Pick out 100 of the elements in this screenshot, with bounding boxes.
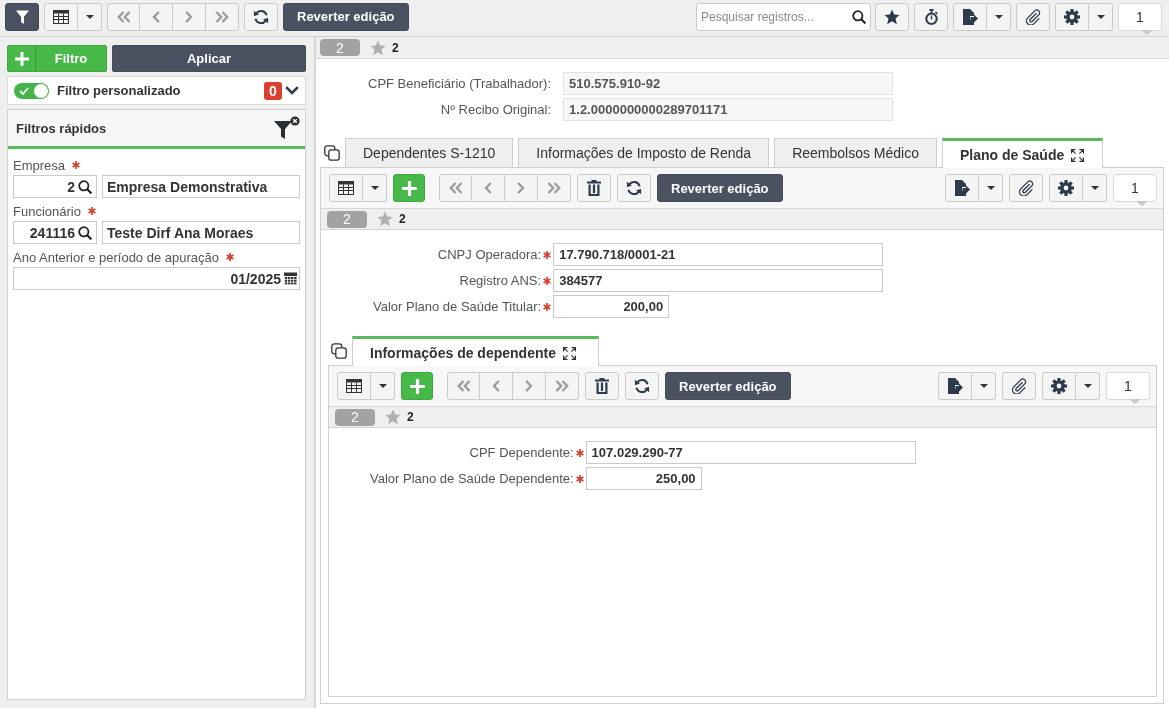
amount-field[interactable]: 200,00 <box>553 295 670 318</box>
field-label: Funcionário <box>13 203 81 219</box>
caret-icon <box>370 186 379 190</box>
field-label: Nº Recibo Original: <box>440 102 552 117</box>
add-record-button[interactable] <box>393 174 425 202</box>
tab[interactable]: Informações de dependente <box>352 336 599 366</box>
attachment-button[interactable] <box>1016 2 1050 31</box>
text-field[interactable]: 1.2.0000000000289701171 <box>563 98 894 121</box>
expand-icon[interactable] <box>1071 148 1085 162</box>
search-icon <box>78 179 92 194</box>
search-field[interactable]: Pesquisar registros... <box>696 2 871 31</box>
favorite-button[interactable] <box>875 2 909 31</box>
grid-view-button[interactable] <box>337 372 371 400</box>
gear-icon <box>1064 8 1080 25</box>
tab[interactable]: Reembolsos Médico <box>774 138 937 167</box>
filter-button[interactable] <box>5 2 39 31</box>
double-chevron-left-icon <box>116 10 131 23</box>
calendar-icon <box>284 272 297 285</box>
caret-icon <box>85 14 94 19</box>
caret-icon <box>1090 186 1099 190</box>
custom-filter-label: Filtro personalizado <box>57 83 181 98</box>
paperclip-icon <box>1011 378 1027 394</box>
paperclip-icon <box>1025 8 1041 25</box>
refresh-button[interactable] <box>617 174 651 202</box>
settings-button[interactable] <box>1049 174 1083 202</box>
attachment-button[interactable] <box>1009 174 1043 202</box>
revert-button[interactable]: Reverter edição <box>657 174 783 202</box>
star-icon <box>370 39 386 56</box>
text-field[interactable]: 17.790.718/0001-21 <box>553 243 884 266</box>
plus-icon <box>14 51 29 66</box>
expand-icon[interactable] <box>562 346 576 360</box>
double-chevron-left-icon <box>448 182 463 194</box>
amount-field[interactable]: 250,00 <box>585 467 702 490</box>
export-button[interactable] <box>938 372 972 400</box>
double-chevron-right-icon <box>215 10 229 23</box>
text-field[interactable]: 510.575.910-92 <box>563 72 894 95</box>
tab[interactable]: Plano de Saúde <box>941 138 1104 168</box>
export-button[interactable] <box>953 2 987 31</box>
attachment-button[interactable] <box>1002 372 1036 400</box>
revert-button[interactable]: Reverter edição <box>665 372 791 400</box>
tab[interactable]: Dependentes S-1210 <box>345 138 514 167</box>
settings-button[interactable] <box>1055 2 1089 31</box>
text-field[interactable]: 384577 <box>553 269 884 292</box>
chevron-right-icon <box>517 182 525 194</box>
caret-icon <box>1083 384 1092 388</box>
table-icon <box>346 379 362 393</box>
copy-icon[interactable] <box>324 144 340 161</box>
delete-button[interactable] <box>577 174 611 202</box>
paperclip-icon <box>1018 180 1034 196</box>
star-icon <box>884 8 900 25</box>
check-icon <box>19 86 29 95</box>
gear-icon <box>1058 180 1074 196</box>
description-field[interactable]: Teste Dirf Ana Moraes <box>102 221 300 244</box>
delete-button[interactable] <box>585 372 619 400</box>
funnel-icon <box>15 9 29 24</box>
field-label: Ano Anterior e período de apuração <box>13 249 219 265</box>
field-label: CPF Beneficiário (Trabalhador): <box>368 76 552 91</box>
grid-view-button[interactable] <box>44 2 78 31</box>
description-field[interactable]: Empresa Demonstrativa <box>102 175 300 198</box>
double-chevron-right-icon <box>547 182 561 194</box>
caret-icon <box>1096 14 1105 19</box>
field-label: Valor Plano de Saúde Dependente: <box>370 471 574 486</box>
filter-count-badge: 0 <box>264 81 282 100</box>
document-arrow-icon <box>962 8 978 25</box>
revert-button[interactable]: Reverter edição <box>283 2 409 31</box>
search-icon <box>78 225 92 240</box>
toggle-switch[interactable] <box>14 82 49 99</box>
chevron-down-icon[interactable] <box>285 86 299 95</box>
record-number: 2 <box>320 39 360 56</box>
record-number: 2 <box>327 210 367 228</box>
record-number: 2 <box>335 408 375 426</box>
star-icon <box>377 211 393 227</box>
caret-icon <box>994 14 1003 19</box>
refresh-button[interactable] <box>244 2 278 31</box>
text-field[interactable]: 107.029.290-77 <box>585 441 916 464</box>
refresh-button[interactable] <box>625 372 659 400</box>
settings-button[interactable] <box>1042 372 1076 400</box>
timer-button[interactable] <box>914 2 948 31</box>
chevron-left-icon <box>484 182 492 194</box>
code-field[interactable]: 2 <box>13 175 97 198</box>
field-label: Registro ANS: <box>459 273 542 288</box>
field-label: CPF Dependente: <box>469 445 574 460</box>
double-chevron-right-icon <box>555 380 569 392</box>
field-label: CNPJ Operadora: <box>437 247 542 262</box>
code-field[interactable]: 241116 <box>13 221 97 244</box>
clear-filter-icon[interactable] <box>274 116 300 140</box>
chevron-left-icon <box>492 380 500 392</box>
date-field[interactable]: 01/2025 <box>13 267 300 290</box>
tab[interactable]: Informações de Imposto de Renda <box>518 138 770 167</box>
apply-button[interactable]: Aplicar <box>112 45 306 72</box>
copy-icon[interactable] <box>331 342 347 359</box>
export-button[interactable] <box>945 174 979 202</box>
trash-icon <box>587 180 601 196</box>
trash-icon <box>595 378 609 394</box>
double-chevron-left-icon <box>456 380 471 392</box>
add-record-button[interactable] <box>401 372 433 400</box>
chevron-right-icon <box>525 380 533 392</box>
grid-view-button[interactable] <box>329 174 363 202</box>
caret-icon <box>986 186 995 190</box>
favorite-count: 2 <box>407 410 414 424</box>
